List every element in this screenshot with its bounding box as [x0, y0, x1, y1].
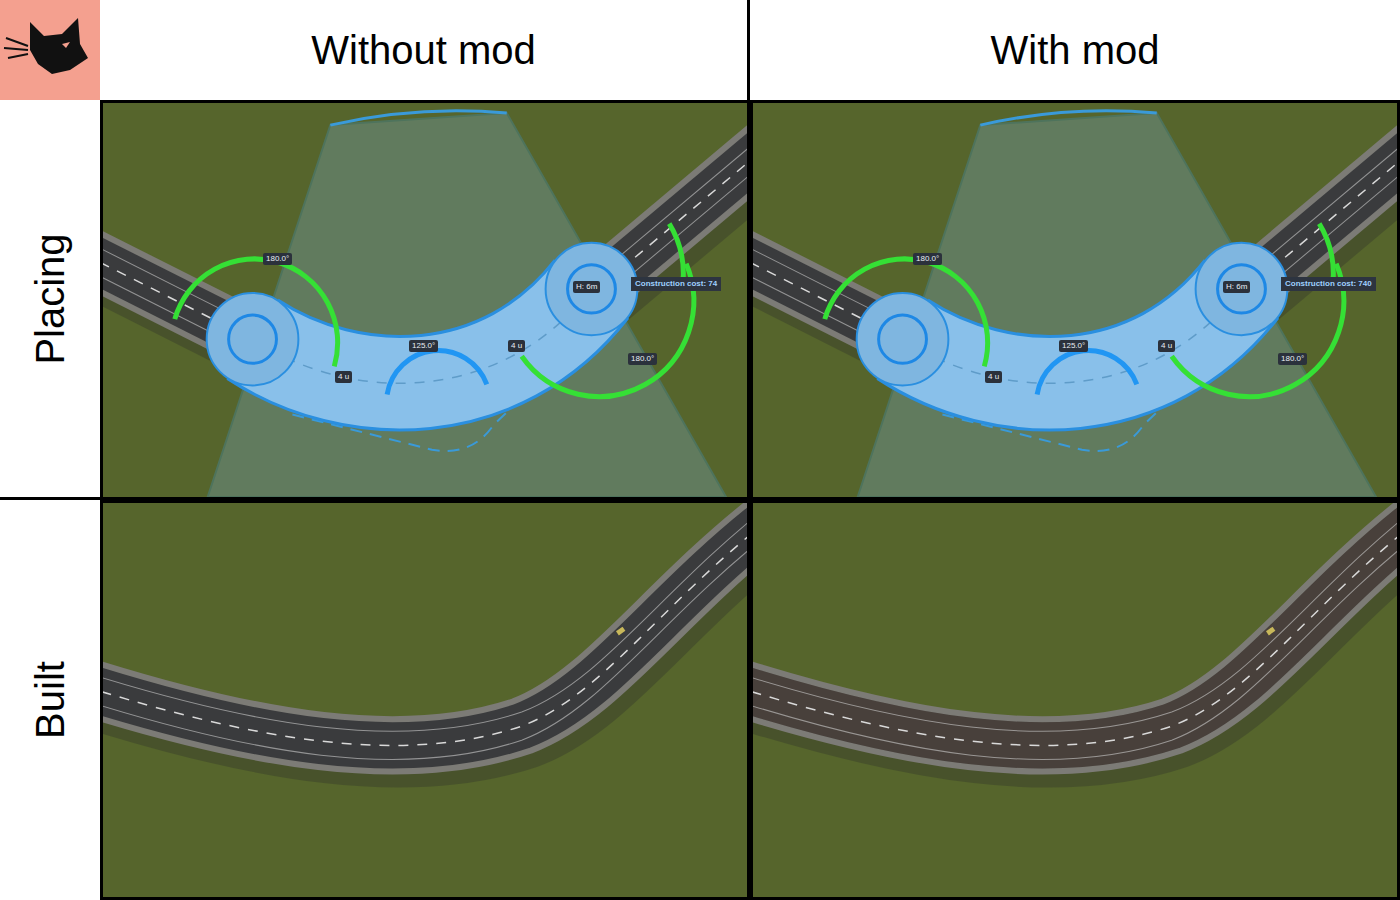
cat-logo-icon — [0, 0, 100, 100]
measure-label: 4 u — [1158, 340, 1175, 352]
game-view — [103, 503, 747, 897]
measure-label: H: 6m — [1223, 281, 1250, 293]
cost-tooltip: Construction cost: 74 — [631, 277, 721, 291]
measure-label: 125.0° — [1059, 340, 1088, 352]
game-view — [103, 103, 747, 497]
measure-label: 125.0° — [409, 340, 438, 352]
measure-label: 180.0° — [913, 253, 942, 265]
column-header: With mod — [750, 0, 1400, 100]
cost-tooltip: Construction cost: 740 — [1281, 277, 1376, 291]
screenshot-cell — [100, 500, 750, 900]
game-view — [753, 103, 1397, 497]
screenshot-cell — [750, 500, 1400, 900]
measure-label: 180.0° — [628, 353, 657, 365]
comparison-page: Without modWith mod Placing 180.0° 4 u 125.0… — [0, 0, 1400, 900]
measure-label: 180.0° — [263, 253, 292, 265]
measure-label: 4 u — [985, 371, 1002, 383]
column-header: Without mod — [100, 0, 750, 100]
measure-label: 4 u — [335, 371, 352, 383]
placement-fan — [208, 113, 726, 497]
row-header: Built — [0, 500, 100, 900]
game-view — [753, 503, 1397, 897]
measure-label: 4 u — [508, 340, 525, 352]
built-scene[interactable] — [103, 503, 747, 897]
car — [1266, 627, 1275, 636]
built-scene[interactable] — [753, 503, 1397, 897]
screenshot-cell: 180.0° 4 u 125.0° 4 u H: 6m 180.0° Constructio… — [100, 100, 750, 500]
road — [103, 504, 747, 759]
placing-scene[interactable]: 180.0° 4 u 125.0° 4 u H: 6m 180.0° Constructio… — [753, 103, 1397, 497]
placement-fan — [858, 113, 1376, 497]
screenshot-cell: 180.0° 4 u 125.0° 4 u H: 6m 180.0° Constructio… — [750, 100, 1400, 500]
placing-scene[interactable]: 180.0° 4 u 125.0° 4 u H: 6m 180.0° Constructio… — [103, 103, 747, 497]
measure-label: H: 6m — [573, 281, 600, 293]
road — [753, 504, 1397, 759]
row-header: Placing — [0, 100, 100, 500]
measure-label: 180.0° — [1278, 353, 1307, 365]
car — [616, 627, 625, 636]
logo-cell — [0, 0, 100, 100]
